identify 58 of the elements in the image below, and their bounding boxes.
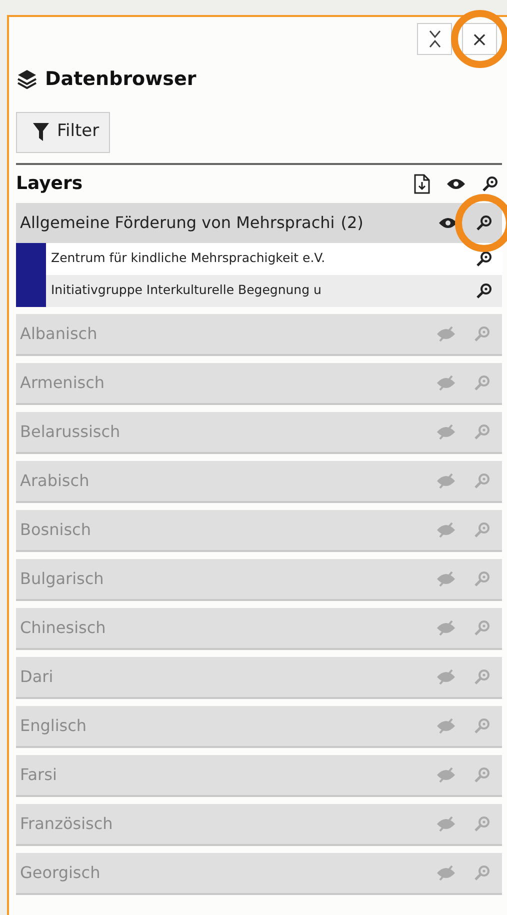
layer-item-row[interactable]: Initiativgruppe Interkulturelle Begegnung u [16,274,502,306]
layer-row[interactable]: Bulgarisch [16,558,502,600]
zoom-icon[interactable] [476,214,492,230]
layer-row[interactable]: Dari [16,656,502,698]
layer-label: Bulgarisch [20,568,105,590]
layer-row[interactable]: Französisch [16,804,502,846]
zoom-icon[interactable] [476,282,492,298]
layer-label: Dari [20,666,54,688]
hidden-eye-icon[interactable] [436,522,456,538]
hidden-eye-icon[interactable] [436,816,456,832]
hidden-eye-icon[interactable] [436,864,456,880]
panel-title: Datenbrowser [45,67,196,92]
layer-label: Arabisch [20,470,90,492]
layer-row[interactable]: Albanisch [16,314,502,356]
layer-label: Farsi [20,764,58,786]
hidden-eye-icon[interactable] [436,472,456,488]
hidden-eye-icon[interactable] [436,374,456,390]
layer-label: Bosnisch [20,518,92,540]
layer-row[interactable]: Bosnisch [16,510,502,552]
hidden-eye-icon[interactable] [436,424,456,440]
layer-label: Albanisch [20,322,98,344]
collapse-icon [428,29,442,49]
download-icon[interactable] [414,174,430,194]
hidden-eye-icon[interactable] [436,766,456,782]
layers-heading: Layers [16,172,84,196]
layer-row[interactable]: Belarussisch [16,412,502,454]
eye-icon[interactable] [438,216,458,230]
layer-row[interactable]: Englisch [16,706,502,748]
layer-group-row[interactable]: Allgemeine Förderung von Mehrsprachi (2) [16,202,502,242]
layer-label: Französisch [20,812,114,834]
filter-icon [33,122,49,142]
hidden-eye-icon[interactable] [436,668,456,684]
layer-label: Armenisch [20,372,106,394]
zoom-icon[interactable] [476,250,492,266]
layer-item-label: Initiativgruppe Interkulturelle Begegnung u [51,281,322,300]
layer-label: Georgisch [20,862,102,884]
layer-row[interactable]: Georgisch [16,852,502,894]
layer-label: Chinesisch [20,616,107,638]
hidden-eye-icon[interactable] [436,326,456,342]
hidden-eye-icon[interactable] [436,718,456,734]
layer-row[interactable]: Armenisch [16,362,502,404]
collapse-button[interactable] [417,23,452,55]
layer-label: Englisch [20,714,88,736]
filter-button[interactable]: Filter [16,112,110,152]
layer-item-row[interactable]: Zentrum für kindliche Mehrsprachigkeit e.V. [16,242,502,274]
layer-item-label: Zentrum für kindliche Mehrsprachigkeit e.V. [51,249,326,268]
layer-row[interactable]: Farsi [16,754,502,796]
zoom-icon[interactable] [482,176,498,192]
layer-label: Belarussisch [20,420,122,442]
group-count: (2) [340,212,364,234]
close-button[interactable]: × [462,23,497,55]
layers-icon [17,69,37,90]
layer-row[interactable]: Arabisch [16,460,502,502]
hidden-eye-icon[interactable] [436,620,456,636]
eye-icon[interactable] [446,176,466,190]
hidden-eye-icon[interactable] [436,570,456,586]
group-label: Allgemeine Förderung von Mehrsprachi [20,212,335,234]
layer-row[interactable]: Chinesisch [16,608,502,650]
